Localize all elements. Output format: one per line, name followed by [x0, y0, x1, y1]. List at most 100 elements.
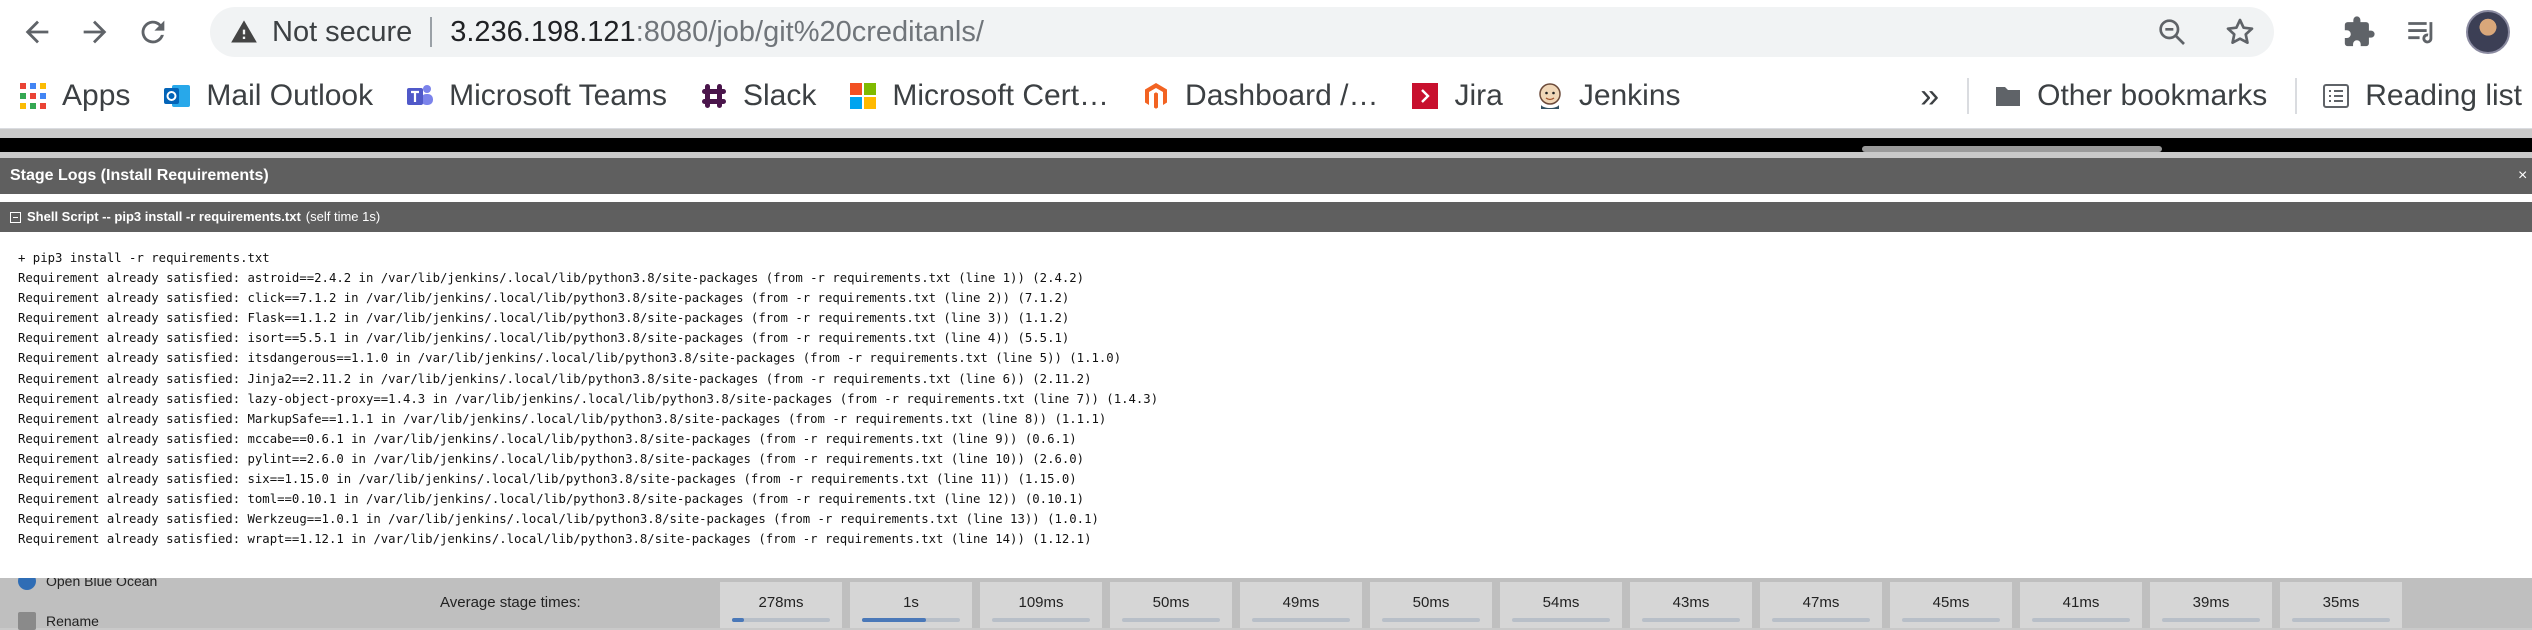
log-line: Requirement already satisfied: MarkupSaf…	[18, 411, 1107, 426]
security-label[interactable]: Not secure	[272, 16, 412, 49]
bookmark-label: Microsoft Teams	[449, 79, 667, 112]
jenkins-search-box[interactable]	[1862, 146, 2162, 152]
log-lines: + pip3 install -r requirements.txt Requir…	[18, 248, 1158, 549]
stage-progress-bar	[1252, 618, 1350, 622]
stage-progress-bar	[1772, 618, 1870, 622]
other-bookmarks-label: Other bookmarks	[2037, 79, 2268, 112]
stage-time-cell[interactable]: 50ms	[1370, 582, 1492, 628]
stage-time-value: 1s	[903, 594, 919, 611]
back-button[interactable]	[10, 5, 64, 59]
step-header[interactable]: Shell Script -- pip3 install -r requirem…	[0, 202, 2532, 232]
stage-time-value: 50ms	[1412, 594, 1450, 611]
folder-icon	[1996, 87, 2021, 106]
stage-time-cell[interactable]: 1s	[850, 582, 972, 628]
other-bookmarks-button[interactable]: Other bookmarks	[1993, 64, 2267, 128]
stage-time-value: 50ms	[1152, 594, 1190, 611]
stage-time-cell[interactable]: 45ms	[1890, 582, 2012, 628]
bookmark-dashboard[interactable]: Dashboard /…	[1141, 64, 1378, 128]
jira-icon	[1412, 83, 1439, 109]
stage-time-value: 35ms	[2322, 594, 2360, 611]
avatar[interactable]	[2466, 10, 2510, 54]
stage-time-cell[interactable]: 109ms	[980, 582, 1102, 628]
bookmark-jenkins[interactable]: Jenkins	[1535, 64, 1681, 128]
star-icon[interactable]	[2224, 16, 2256, 48]
stage-progress-bar	[2162, 618, 2260, 622]
address-actions	[2156, 7, 2256, 57]
reading-list-icon	[2323, 84, 2350, 108]
stage-progress-bar	[862, 618, 960, 622]
reading-list-label: Reading list	[2365, 79, 2522, 112]
stage-time-value: 278ms	[758, 594, 804, 611]
warning-icon	[231, 20, 257, 43]
close-icon[interactable]: ×	[2518, 158, 2532, 194]
stage-time-cell[interactable]: 35ms	[2280, 582, 2402, 628]
outlook-icon	[164, 85, 191, 107]
bookmark-microsoft-cert[interactable]: Microsoft Cert…	[848, 64, 1109, 128]
rename-icon	[18, 612, 36, 630]
stage-time-value: 54ms	[1542, 594, 1580, 611]
apps-grid-icon	[20, 83, 46, 109]
stage-progress-bar	[1902, 618, 2000, 622]
stage-time-value: 49ms	[1282, 594, 1320, 611]
zoom-icon[interactable]	[2156, 16, 2188, 48]
bookmark-label: Jenkins	[1578, 79, 1681, 112]
address-bar[interactable]: Not secure 3.236.198.121 :8080/job/git%2…	[210, 7, 2274, 57]
log-line: Requirement already satisfied: wrapt==1.…	[18, 532, 1092, 547]
reading-list-icon[interactable]	[2404, 15, 2438, 49]
teams-icon	[407, 85, 434, 105]
bookmark-jira[interactable]: Jira	[1410, 64, 1503, 128]
log-line: Requirement already satisfied: six==1.15…	[18, 472, 1077, 487]
bookmark-label: Microsoft Cert…	[892, 79, 1110, 112]
reload-button[interactable]	[126, 5, 180, 59]
stage-time-cell[interactable]: 50ms	[1110, 582, 1232, 628]
bookmarks-right: » Other bookmarks Reading list	[1920, 64, 2532, 128]
log-output: + pip3 install -r requirements.txt Requir…	[0, 234, 2532, 578]
stage-time-value: 45ms	[1932, 594, 1970, 611]
stage-logs-modal: Stage Logs (Install Requirements) × Shel…	[0, 158, 2532, 578]
collapse-icon[interactable]	[10, 211, 21, 223]
reload-icon	[141, 20, 165, 44]
bookmarks-overflow-button[interactable]: »	[1920, 77, 1939, 116]
log-line: Requirement already satisfied: itsdanger…	[18, 351, 1122, 366]
url-path: :8080/job/git%20creditanls/	[635, 15, 984, 48]
bookmark-apps[interactable]: Apps	[18, 64, 130, 128]
stage-progress-bar	[1512, 618, 1610, 622]
jenkins-icon	[1539, 83, 1561, 109]
bookmark-label: Mail Outlook	[206, 79, 374, 112]
sidebar-item-rename[interactable]: Rename	[18, 612, 99, 630]
log-line: Requirement already satisfied: click==7.…	[18, 291, 1070, 306]
forward-button[interactable]	[68, 5, 122, 59]
log-line: Requirement already satisfied: Flask==1.…	[18, 311, 1070, 326]
stage-progress-bar	[2292, 618, 2390, 622]
stage-time-cell[interactable]: 39ms	[2150, 582, 2272, 628]
bookmark-slack[interactable]: Slack	[699, 64, 816, 128]
bookmarks-divider	[2295, 78, 2298, 114]
stage-time-cell[interactable]: 47ms	[1760, 582, 1882, 628]
stage-time-cell[interactable]: 54ms	[1500, 582, 1622, 628]
log-line: Requirement already satisfied: Werkzeug=…	[18, 512, 1099, 527]
stage-time-cell[interactable]: 41ms	[2020, 582, 2142, 628]
bookmark-mail-outlook[interactable]: Mail Outlook	[162, 64, 373, 128]
stage-time-value: 39ms	[2192, 594, 2230, 611]
stage-time-cell[interactable]: 278ms	[720, 582, 842, 628]
bookmarks-divider	[1967, 78, 1970, 114]
stage-time-value: 41ms	[2062, 594, 2100, 611]
bookmark-microsoft-teams[interactable]: Microsoft Teams	[405, 64, 667, 128]
log-line: Requirement already satisfied: pylint==2…	[18, 451, 1085, 466]
stage-progress-bar	[2032, 618, 2130, 622]
sidebar-item-label: Rename	[46, 613, 99, 629]
stage-progress-bar	[1122, 618, 1220, 622]
log-line: Requirement already satisfied: isort==5.…	[18, 331, 1070, 346]
stage-time-value: 47ms	[1802, 594, 1840, 611]
back-icon	[25, 20, 49, 44]
stage-time-value: 109ms	[1018, 594, 1064, 611]
step-time: (self time 1s)	[305, 209, 381, 224]
stage-time-cell[interactable]: 43ms	[1630, 582, 1752, 628]
stage-time-cell[interactable]: 49ms	[1240, 582, 1362, 628]
stage-progress-fill	[862, 618, 926, 622]
bookmark-label: Slack	[742, 79, 817, 112]
extensions-icon[interactable]	[2342, 15, 2376, 49]
reading-list-button[interactable]: Reading list	[2321, 64, 2522, 128]
log-line: Requirement already satisfied: lazy-obje…	[18, 391, 1159, 406]
magento-icon	[1145, 83, 1168, 109]
